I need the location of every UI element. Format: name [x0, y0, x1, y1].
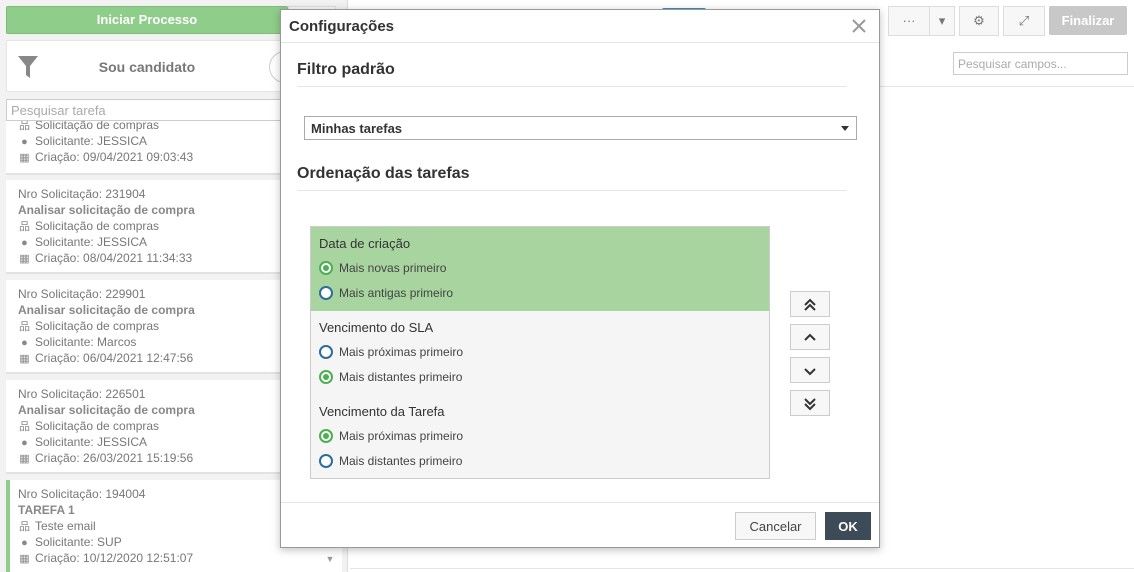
user-icon: ● — [21, 237, 28, 249]
section-divider — [297, 86, 847, 87]
fields-search-input[interactable] — [953, 52, 1128, 75]
default-filter-value: Minhas tarefas — [311, 121, 403, 136]
settings-button[interactable]: ⚙ — [959, 6, 999, 36]
expand-button[interactable]: ⤢ — [1003, 6, 1045, 36]
calendar-icon: ▦ — [19, 353, 30, 365]
chevron-down-icon — [804, 368, 816, 376]
expand-icon: ⤢ — [1018, 13, 1030, 28]
radio-option[interactable]: Mais próximas primeiro — [319, 344, 761, 369]
cancel-button[interactable]: Cancelar — [735, 512, 816, 540]
org-chart-icon: 品 — [19, 521, 30, 533]
order-group-sla-due[interactable]: Vencimento do SLA Mais próximas primeiro… — [311, 311, 769, 395]
move-to-bottom-button[interactable] — [790, 390, 830, 416]
radio-option[interactable]: Mais próximas primeiro — [319, 428, 761, 453]
user-icon: ● — [21, 537, 28, 549]
chevron-up-icon — [804, 333, 816, 341]
order-group-title: Data de criação — [319, 236, 411, 251]
order-group-task-due[interactable]: Vencimento da Tarefa Mais próximas prime… — [311, 395, 769, 479]
dialog-footer: Cancelar OK — [281, 502, 879, 547]
content-divider — [350, 568, 1134, 569]
scroll-down-icon[interactable]: ▼ — [324, 554, 336, 564]
user-icon: ● — [21, 136, 28, 148]
more-options-button[interactable]: ··· — [888, 6, 930, 36]
radio-option[interactable]: Mais distantes primeiro — [319, 369, 761, 394]
settings-dialog: Configurações Filtro padrão Minhas taref… — [280, 9, 880, 548]
move-to-top-button[interactable] — [790, 291, 830, 317]
ordering-list: Data de criação Mais novas primeiro Mais… — [310, 226, 770, 479]
order-group-title: Vencimento do SLA — [319, 320, 434, 335]
radio-checked-icon[interactable] — [319, 429, 333, 443]
close-icon[interactable] — [849, 16, 869, 36]
radio-checked-icon[interactable] — [319, 261, 333, 275]
radio-unchecked-icon[interactable] — [319, 345, 333, 359]
double-chevron-down-icon — [804, 398, 816, 411]
section-divider — [297, 190, 847, 191]
calendar-icon: ▦ — [19, 152, 30, 164]
dropdown-button[interactable]: ▾ — [929, 6, 955, 36]
calendar-icon: ▦ — [19, 553, 30, 565]
start-process-button[interactable]: Iniciar Processo — [6, 6, 288, 34]
org-chart-icon: 品 — [19, 221, 30, 233]
user-icon: ● — [21, 437, 28, 449]
caret-down-icon — [841, 126, 849, 131]
gear-icon: ⚙ — [973, 13, 985, 28]
org-chart-icon: 品 — [19, 321, 30, 333]
org-chart-icon: 品 — [19, 421, 30, 433]
dialog-title: Configurações — [289, 18, 395, 35]
ok-button[interactable]: OK — [825, 512, 871, 540]
user-icon: ● — [21, 337, 28, 349]
radio-option[interactable]: Mais distantes primeiro — [319, 453, 761, 478]
radio-option[interactable]: Mais novas primeiro — [319, 260, 761, 285]
finalize-button[interactable]: Finalizar — [1049, 6, 1127, 35]
ordering-title: Ordenação das tarefas — [297, 165, 470, 182]
dialog-header: Configurações — [281, 10, 879, 43]
order-group-creation-date[interactable]: Data de criação Mais novas primeiro Mais… — [311, 227, 769, 311]
calendar-icon: ▦ — [19, 253, 30, 265]
radio-option[interactable]: Mais antigas primeiro — [319, 285, 761, 310]
task-created: ▦ Criação: 10/12/2020 12:51:07 — [19, 551, 194, 565]
radio-checked-icon[interactable] — [319, 370, 333, 384]
radio-unchecked-icon[interactable] — [319, 454, 333, 468]
chevron-down-icon: ▾ — [938, 13, 946, 28]
calendar-icon: ▦ — [19, 453, 30, 465]
move-up-button[interactable] — [790, 324, 830, 350]
move-down-button[interactable] — [790, 357, 830, 383]
double-chevron-up-icon — [804, 298, 816, 311]
default-filter-title: Filtro padrão — [297, 61, 395, 78]
order-group-title: Vencimento da Tarefa — [319, 404, 445, 419]
radio-unchecked-icon[interactable] — [319, 286, 333, 300]
filter-label: Sou candidato — [98, 59, 196, 75]
default-filter-select[interactable]: Minhas tarefas — [304, 116, 857, 140]
